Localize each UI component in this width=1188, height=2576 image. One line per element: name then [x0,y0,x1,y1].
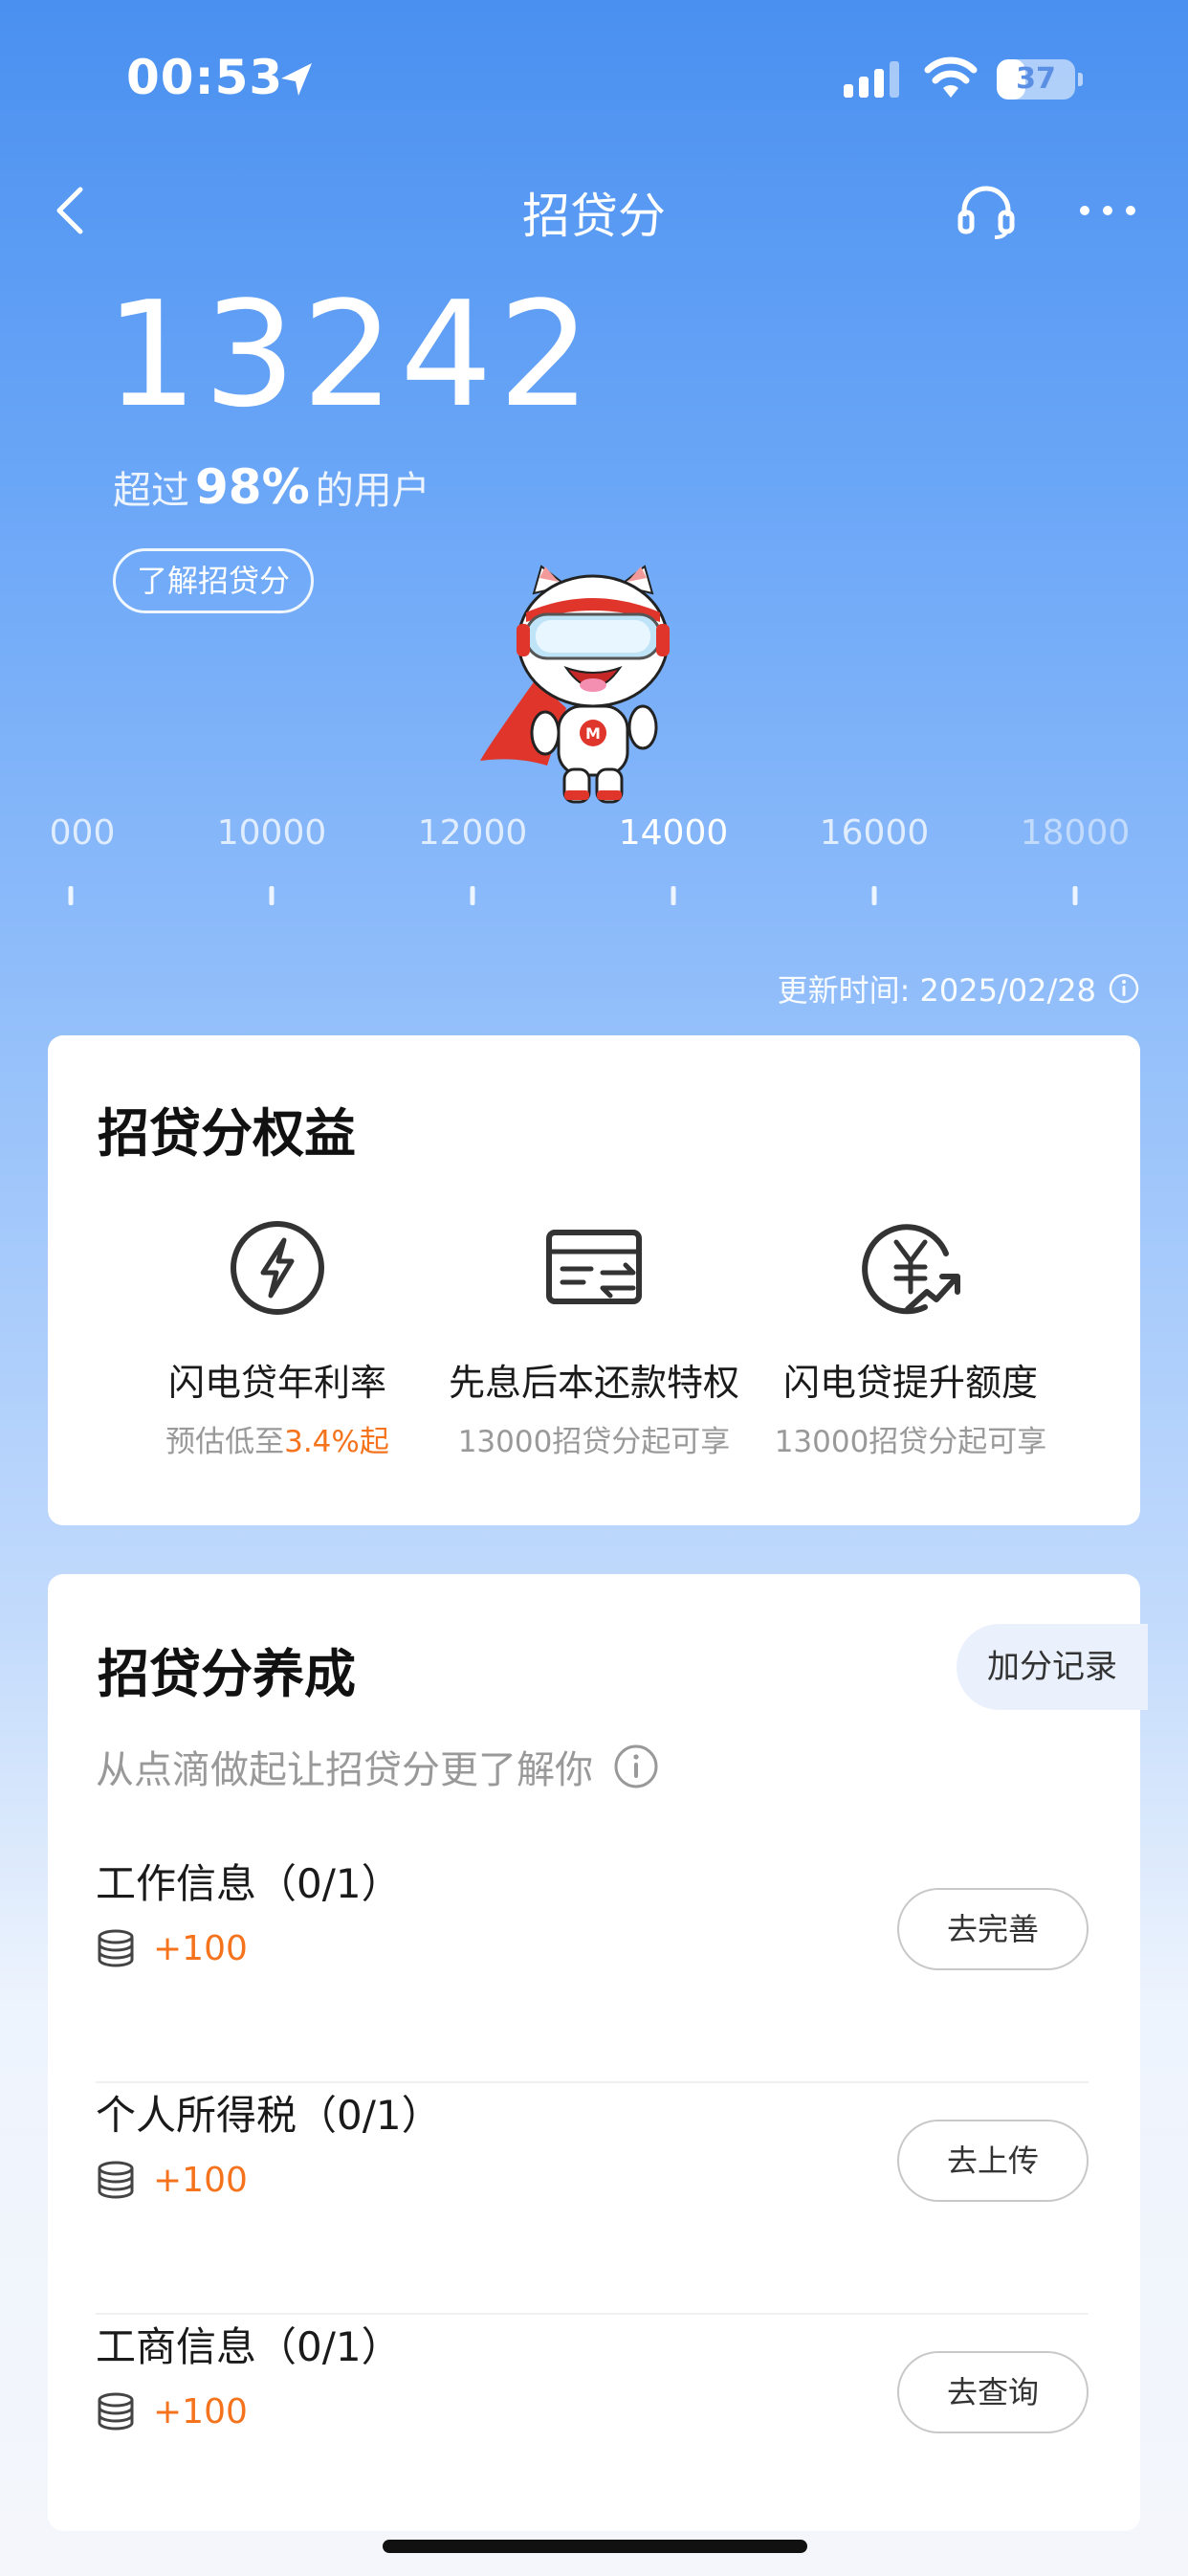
benefit-name: 闪电贷年利率 [167,1362,386,1404]
scale-tick [1072,886,1078,905]
reward-points: +100 [153,1928,248,1968]
benefits-title: 招贷分权益 [98,1103,356,1164]
scale-label-current: 14000 [618,813,729,853]
info-icon[interactable] [1108,972,1140,1005]
reward-points: +100 [153,2391,248,2432]
task-item-business-info: 工商信息（0/1） +100 去查询 [96,2315,1089,2546]
benefit-item-interest-rate[interactable]: 闪电贷年利率 预估低至3.4%起 [96,1215,459,1460]
benefit-sub: 13000招贷分起可享 [774,1425,1047,1459]
scale-label: 12000 [417,813,528,853]
score-record-button[interactable]: 加分记录 [957,1624,1148,1710]
scale-label: 18000 [1020,813,1131,853]
task-title: 工作信息（0/1） [96,1860,402,1907]
more-options-icon[interactable] [1077,191,1138,230]
customer-service-headset-icon[interactable] [957,182,1016,239]
task-reward: +100 [96,1928,248,1968]
coin-stack-icon [98,1929,134,1967]
battery-icon: 37 [997,59,1083,100]
mascot-cat-illustration: M [480,565,670,804]
exceed-percent: 98% [195,459,310,515]
scale-tick [671,886,676,905]
coin-stack-icon [98,2161,134,2199]
benefit-sub: 预估低至3.4%起 [165,1425,389,1459]
lightning-icon [231,1221,324,1315]
complete-work-info-button[interactable]: 去完善 [897,1888,1089,1970]
task-item-work-info: 工作信息（0/1） +100 去完善 [96,1852,1089,2083]
info-icon[interactable] [612,1743,660,1790]
reward-points: +100 [153,2160,248,2200]
upload-income-tax-button[interactable]: 去上传 [897,2120,1089,2202]
benefit-item-interest-first[interactable]: 先息后本还款特权 13000招贷分起可享 [412,1215,776,1460]
update-time-text: 更新时间: 2025/02/28 [777,972,1096,1009]
scale-label: 000 [49,813,116,853]
location-arrow-icon [281,63,312,96]
benefits-card: 招贷分权益 闪电贷年利率 预估低至3.4%起 先息后本还款特权 13000招贷分… [48,1035,1140,1525]
query-business-info-button[interactable]: 去查询 [897,2351,1089,2433]
task-title: 个人所得税（0/1） [96,2092,442,2139]
yuan-up-icon [862,1224,960,1315]
svg-text:M: M [585,724,601,743]
wifi-icon [924,56,978,98]
benefit-item-limit-increase[interactable]: 闪电贷提升额度 13000招贷分起可享 [729,1215,1092,1460]
learn-score-button[interactable]: 了解招贷分 [113,548,315,613]
cultivate-card: 招贷分养成 加分记录 从点滴做起让招贷分更了解你 工作信息（0/1） +100 … [48,1574,1148,2531]
home-indicator[interactable] [383,2540,807,2553]
benefit-sub: 13000招贷分起可享 [457,1425,731,1459]
coin-stack-icon [98,2392,134,2431]
status-time: 00:53 [126,50,284,105]
benefit-name: 先息后本还款特权 [448,1362,739,1404]
scale-tick [871,886,877,905]
scale-label: 16000 [819,813,930,853]
scale-tick [269,886,275,905]
scale-tick [470,886,475,905]
score-value: 13242 [105,270,597,439]
status-bar: 00:53 37 [0,0,1188,163]
task-reward: +100 [96,2391,248,2432]
exceed-suffix: 的用户 [315,469,430,513]
benefit-name: 闪电贷提升额度 [782,1362,1038,1404]
scale-tick [68,886,74,905]
exceed-prefix: 超过 [113,469,189,513]
cultivate-title: 招贷分养成 [98,1644,356,1704]
cultivate-subtitle-text: 从点滴做起让招贷分更了解你 [96,1748,593,1792]
task-item-income-tax: 个人所得税（0/1） +100 去上传 [96,2083,1089,2315]
task-reward: +100 [96,2160,248,2200]
score-scale: 000 10000 12000 14000 16000 18000 [0,813,1188,919]
battery-level-text: 37 [1016,62,1056,96]
score-exceed-text: 超过 98% 的用户 [113,459,430,515]
card-transfer-icon [546,1230,642,1304]
cultivate-subtitle: 从点滴做起让招贷分更了解你 [96,1739,660,1794]
task-title: 工商信息（0/1） [96,2323,402,2370]
cellular-signal-icon [844,61,899,98]
update-time: 更新时间: 2025/02/28 [778,966,1140,1010]
scale-label: 10000 [216,813,327,853]
